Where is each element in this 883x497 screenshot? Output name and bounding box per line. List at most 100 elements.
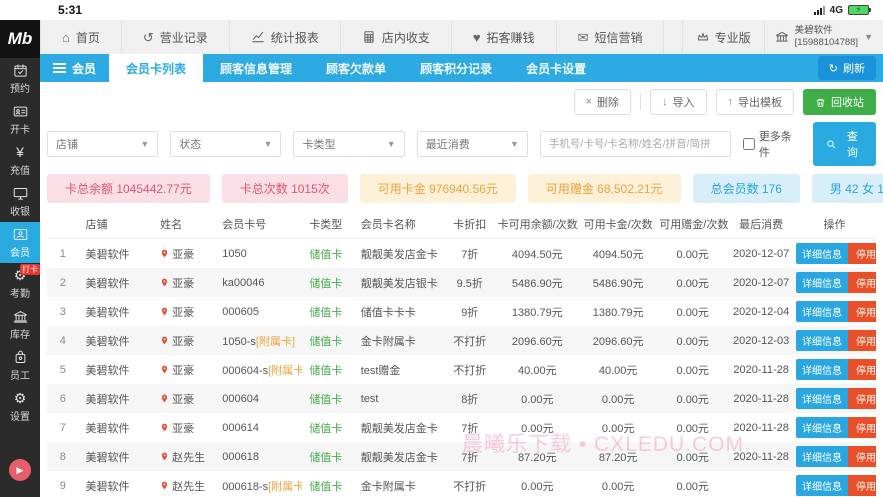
sub-card-tag: [附属卡] [268,480,303,493]
nav-item-label: 首页 [75,30,100,45]
member-name: 亚豪 [172,364,195,377]
cell-store: 美碧软件 [85,364,130,377]
nav-item-customer-acquisition[interactable]: ♥ 拓客赚钱 [452,20,557,54]
filter-row: 店铺 ▼ 状态 ▼ 卡类型 ▼ 最近消费 ▼ 更多条件 查询 [47,121,876,173]
cell-card-gold: 2096.60元 [592,335,644,348]
play-button[interactable]: ▶ [9,459,31,481]
cell-balance: 4094.50元 [511,248,563,261]
tab-member-card-list[interactable]: 会员卡列表 [109,54,204,82]
detail-info-button[interactable]: 详细信息 [796,388,849,409]
nav-item-store-finance[interactable]: 店内收支 [341,20,452,54]
sidebar-item-cashier[interactable]: 收银 [0,181,40,222]
stat-pill: 总会员数 176 [692,174,800,203]
cell-balance: 2096.60元 [511,335,563,348]
tab-customer-points[interactable]: 顾客积分记录 [403,54,509,82]
card-type-dropdown[interactable]: 卡类型 ▼ [293,131,405,157]
cell-discount: 7折 [461,422,479,435]
cell-store: 美碧软件 [85,451,130,464]
id-card-icon [13,106,27,117]
dropdown-label: 店铺 [56,139,78,151]
cell-card-name: test [360,392,379,405]
disable-button[interactable]: 停用 [848,359,876,380]
sidebar-item-attendance[interactable]: 打卡 ⚙ 考勤 [0,263,40,304]
refresh-button[interactable]: ↻ 刷新 [817,56,876,80]
trash-icon [816,98,825,107]
sidebar-item-open-card[interactable]: 开卡 [0,99,40,140]
cell-row-number: 1 [59,247,66,260]
cell-card-name: test赠金 [360,364,401,377]
plan-badge[interactable]: 专业版 [681,20,764,54]
sidebar-item-settings[interactable]: ⚙ 设置 [0,386,40,427]
members-menu-toggle[interactable]: 会员 [40,54,109,82]
history-icon: ↺ [142,29,154,45]
account-id: [15988104788] [794,37,859,48]
nav-item-statistics[interactable]: 统计报表 [230,20,341,54]
cell-card-gold: 0.00元 [601,393,635,406]
detail-info-button[interactable]: 详细信息 [796,417,849,438]
card-number: 000605 [222,305,259,318]
cell-name: 赵先生 [153,471,215,497]
nav-item-sms-marketing[interactable]: ✉ 短信营销 [557,20,665,54]
detail-info-button[interactable]: 详细信息 [796,243,849,264]
sidebar-item-inventory[interactable]: 库存 [0,304,40,345]
member-name: 赵先生 [172,451,206,464]
delete-button[interactable]: × 删除 [573,89,631,115]
disable-button[interactable]: 停用 [848,475,876,496]
clock-in-badge[interactable]: 打卡 [20,264,40,275]
sidebar-item-members[interactable]: 会员 [0,222,40,263]
sidebar-item-label: 员工 [10,371,30,382]
disable-button[interactable]: 停用 [848,446,876,467]
disable-button[interactable]: 停用 [848,330,876,351]
disable-button[interactable]: 停用 [848,243,876,264]
import-button[interactable]: ↓ 导入 [650,89,707,115]
cell-card-type: 储值卡 [309,451,343,464]
disable-button[interactable]: 停用 [848,388,876,409]
detail-info-button[interactable]: 详细信息 [796,446,849,467]
detail-info-button[interactable]: 详细信息 [796,272,849,293]
clock: 5:31 [58,3,83,17]
column-header: 卡折扣 [444,210,495,239]
sidebar-item-label: 会员 [10,248,30,259]
status-dropdown[interactable]: 状态 ▼ [170,131,282,157]
export-template-button[interactable]: ↑ 导出模板 [715,89,794,115]
recycle-bin-button[interactable]: 回收站 [803,89,876,115]
nav-item-home[interactable]: ⌂ 首页 [40,20,122,54]
top-nav: ⌂ 首页 ↺ 营业记录 统计报表 店内收支 ♥ 拓客赚钱 ✉ 短信营销 专业版 [40,20,883,54]
detail-info-button[interactable]: 详细信息 [796,301,849,322]
toolbar-divider [640,94,641,110]
query-button[interactable]: 查询 [813,122,876,166]
sidebar-item-staff[interactable]: 员工 [0,345,40,386]
cell-card-name: 靓靓美发店金卡 [360,248,438,261]
sidebar-item-label: 预约 [10,84,30,95]
more-conditions-checkbox[interactable] [742,138,755,150]
line-chart-icon [252,31,264,43]
recent-consumption-dropdown[interactable]: 最近消费 ▼ [416,131,528,157]
cell-card-name: 靓靓美发店金卡 [360,422,438,435]
cell-card-name: 金卡附属卡 [360,480,416,493]
account-menu[interactable]: 美碧软件 [15988104788] ▼ [763,20,883,54]
disable-button[interactable]: 停用 [848,272,876,293]
detail-info-button[interactable]: 详细信息 [796,475,849,496]
search-input[interactable] [539,131,731,157]
detail-info-button[interactable]: 详细信息 [796,330,849,351]
cell-actions: 详细信息 停用 [793,239,876,269]
sidebar-item-label: 库存 [10,330,30,341]
disable-button[interactable]: 停用 [848,417,876,438]
card-number: 000604-s [222,364,269,377]
nav-item-business-records[interactable]: ↺ 营业记录 [122,20,230,54]
table-row: 6 美碧软件 亚豪 000604 储值卡 test 8折 0.00元 0.00元 0.00元 202… [47,384,876,413]
tab-customer-arrears[interactable]: 顾客欠款单 [309,54,403,82]
store-dropdown[interactable]: 店铺 ▼ [47,131,159,157]
sidebar-item-recharge[interactable]: ¥ 充值 [0,140,40,181]
tab-customer-info[interactable]: 顾客信息管理 [203,54,309,82]
tab-card-settings[interactable]: 会员卡设置 [509,54,603,82]
detail-info-button[interactable]: 详细信息 [796,359,849,380]
disable-button[interactable]: 停用 [848,301,876,322]
cell-actions: 详细信息 停用 [793,355,876,384]
more-conditions[interactable]: 更多条件 [742,128,801,160]
cell-name: 亚豪 [153,384,215,413]
monitor-icon [13,188,27,200]
chevron-down-icon: ▼ [864,32,873,42]
cell-name: 亚豪 [153,413,215,442]
sidebar-item-appointment[interactable]: 预约 [0,58,40,99]
